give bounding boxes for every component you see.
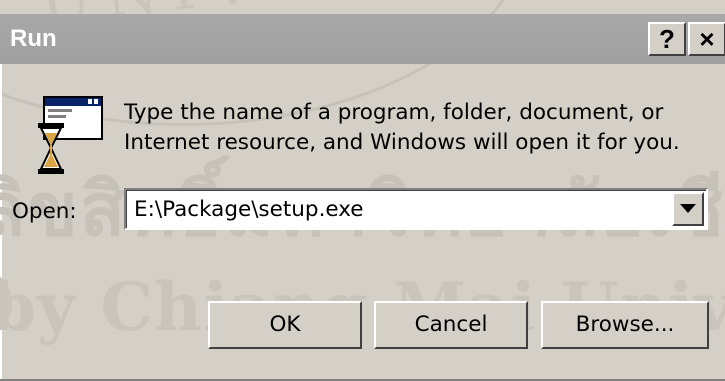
window-edge xyxy=(0,64,2,381)
cancel-button[interactable]: Cancel xyxy=(374,301,528,349)
help-button[interactable]: ? xyxy=(648,22,686,56)
run-description: Type the name of a program, folder, docu… xyxy=(124,98,680,158)
run-dialog: UNIVE Run ? × Type the name of a program… xyxy=(0,0,725,381)
open-input[interactable]: E:\Package\setup.exe xyxy=(134,197,364,222)
open-label: Open: xyxy=(12,199,77,224)
ok-button[interactable]: OK xyxy=(208,301,362,349)
open-combobox[interactable]: E:\Package\setup.exe xyxy=(124,188,708,230)
browse-button[interactable]: Browse... xyxy=(541,301,709,349)
description-line-1: Type the name of a program, folder, docu… xyxy=(124,100,664,125)
window-title: Run xyxy=(10,25,57,52)
title-bar[interactable]: Run ? × xyxy=(0,14,725,64)
close-button[interactable]: × xyxy=(688,22,725,56)
dropdown-arrow-icon[interactable] xyxy=(672,192,704,226)
run-program-icon xyxy=(36,95,106,175)
description-line-2: Internet resource, and Windows will open… xyxy=(124,130,680,155)
